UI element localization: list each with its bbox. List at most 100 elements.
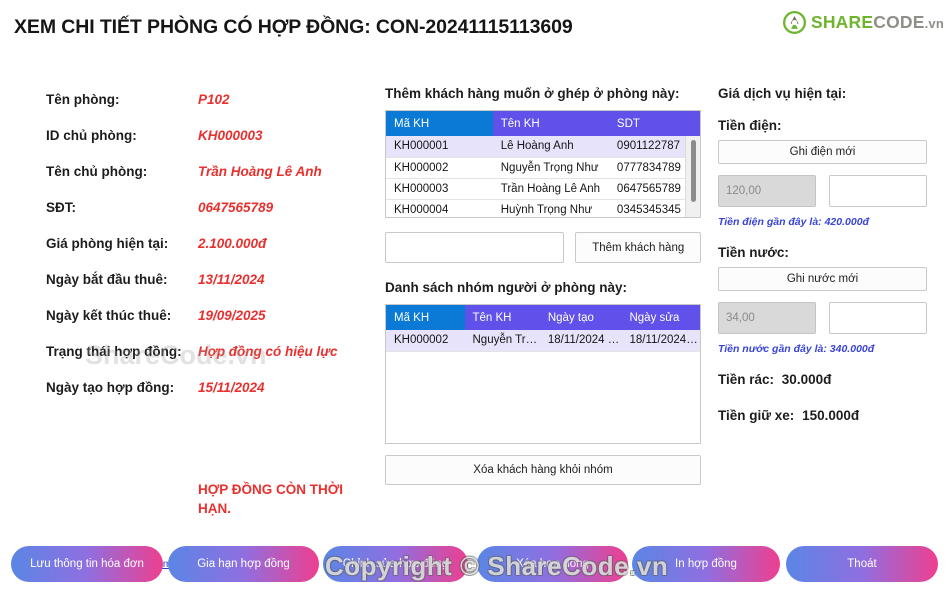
detail-row-start-date: Ngày bắt đầu thuê: 13/11/2024 <box>46 272 376 308</box>
column-header-ma-kh[interactable]: Mã KH <box>386 111 493 136</box>
trash-fee-row: Tiền rác: 30.000đ <box>718 372 942 387</box>
detail-label: Trạng thái hợp đồng: <box>46 344 182 359</box>
customers-panel: Thêm khách hàng muốn ở ghép ở phòng này:… <box>385 86 701 485</box>
detail-row-status: Trạng thái hợp đồng: Hợp đồng có hiệu lự… <box>46 344 376 380</box>
table-row[interactable]: KH000001 Lê Hoàng Anh 0901122787 <box>386 136 700 158</box>
column-header-ten-kh[interactable]: Tên KH <box>492 111 609 136</box>
cell-ma-kh: KH000002 <box>386 330 465 352</box>
detail-value-owner-id: KH000003 <box>198 128 263 143</box>
available-customers-grid[interactable]: Mã KH Tên KH SDT KH000001 Lê Hoàng Anh 0… <box>385 110 701 218</box>
group-list-heading: Danh sách nhóm người ở phòng này: <box>385 280 627 295</box>
detail-row-price: Giá phòng hiện tại: 2.100.000đ <box>46 236 376 272</box>
detail-label: Ngày bắt đầu thuê: <box>46 272 168 287</box>
electricity-fields <box>718 175 942 207</box>
add-customer-button[interactable]: Thêm khách hàng <box>575 232 701 263</box>
water-label: Tiền nước: <box>718 245 789 260</box>
renew-contract-button[interactable]: Gia hạn hợp đồng <box>168 546 319 582</box>
detail-value-start-date: 13/11/2024 <box>198 272 265 287</box>
electricity-old-reading-input <box>718 175 816 207</box>
add-customer-heading: Thêm khách hàng muốn ở ghép ở phòng này: <box>385 86 680 101</box>
water-recent-note: Tiền nước gần đây là: 340.000đ <box>718 343 875 355</box>
grid-vertical-scrollbar[interactable] <box>685 136 700 217</box>
delete-contract-button[interactable]: Xóa hợp đồng <box>477 546 628 582</box>
exit-button[interactable]: Thoát <box>786 546 938 582</box>
contract-details-panel: Tên phòng: P102 ID chủ phòng: KH000003 T… <box>46 92 376 570</box>
detail-value-end-date: 19/09/2025 <box>198 308 266 323</box>
services-panel: Giá dịch vụ hiện tại: Tiền điện: Ghi điệ… <box>718 86 942 444</box>
recycle-circle-icon <box>782 11 806 34</box>
electricity-recent-note: Tiền điện gần đây là: 420.000đ <box>718 216 869 228</box>
detail-row-owner-id: ID chủ phòng: KH000003 <box>46 128 376 164</box>
cell-ten-kh: Lê Hoàng Anh <box>492 136 609 158</box>
cell-ma-kh: KH000002 <box>386 157 493 179</box>
table-row[interactable]: KH000004 Huỳnh Trọng Như 0345345345 <box>386 199 700 217</box>
column-header-ngay-tao[interactable]: Ngày tạo <box>539 305 622 330</box>
parking-fee-row: Tiền giữ xe: 150.000đ <box>718 408 942 423</box>
detail-value-owner-name: Trần Hoàng Lê Anh <box>198 164 322 179</box>
cell-ten-kh: Trần Hoàng Lê Anh <box>492 178 609 200</box>
room-group-grid[interactable]: Mã KH Tên KH Ngày tạo Ngày sửa KH000002 … <box>385 304 701 444</box>
detail-row-room-name: Tên phòng: P102 <box>46 92 376 128</box>
print-contract-button[interactable]: In hợp đồng <box>632 546 780 582</box>
water-new-reading-input[interactable] <box>829 302 927 334</box>
detail-value-created-date: 15/11/2024 <box>198 380 265 395</box>
detail-row-end-date: Ngày kết thúc thuê: 19/09/2025 <box>46 308 376 344</box>
detail-label: ID chủ phòng: <box>46 128 137 143</box>
detail-label: Giá phòng hiện tại: <box>46 236 169 251</box>
services-heading: Giá dịch vụ hiện tại: <box>718 86 847 101</box>
water-fields <box>718 302 942 334</box>
detail-label: Ngày tạo hợp đồng: <box>46 380 175 395</box>
detail-row-owner-name: Tên chủ phòng: Trần Hoàng Lê Anh <box>46 164 376 200</box>
parking-fee-value: 150.000đ <box>802 408 860 423</box>
detail-row-phone: SĐT: 0647565789 <box>46 200 376 236</box>
column-header-sdt[interactable]: SDT <box>608 111 700 136</box>
scrollbar-thumb[interactable] <box>691 140 696 202</box>
logo-text: SHARECODE.vn <box>810 11 944 32</box>
table-row[interactable]: KH000002 Nguyễn Trọng Như 0777834789 <box>386 157 700 179</box>
available-customers-table: Mã KH Tên KH SDT KH000001 Lê Hoàng Anh 0… <box>386 111 700 217</box>
parking-fee-label: Tiền giữ xe: <box>718 408 795 423</box>
logo-text-vn: .vn <box>924 15 944 31</box>
detail-label: SĐT: <box>46 200 76 215</box>
save-invoice-button[interactable]: Lưu thông tin hóa đơn <box>11 546 163 582</box>
column-header-ngay-sua[interactable]: Ngày sửa <box>621 305 700 330</box>
record-electricity-button[interactable]: Ghi điện mới <box>718 140 927 164</box>
sharecode-logo: SHARECODE.vn <box>782 11 944 34</box>
cell-ten-kh: Nguyễn Trọng Như <box>492 157 609 179</box>
table-header-row: Mã KH Tên KH Ngày tạo Ngày sửa <box>386 305 700 330</box>
add-customer-input[interactable] <box>385 232 565 263</box>
remove-customer-from-group-button[interactable]: Xóa khách hàng khỏi nhóm <box>385 455 701 485</box>
detail-label: Tên phòng: <box>46 92 120 107</box>
contract-expiry-note: HỢP ĐỒNG CÒN THỜI HẠN. <box>198 482 344 516</box>
logo-text-code: CODE <box>873 11 925 32</box>
cell-ma-kh: KH000001 <box>386 136 493 158</box>
page-header: XEM CHI TIẾT PHÒNG CÓ HỢP ĐỒNG: CON-2024… <box>0 0 950 60</box>
add-customer-controls: Thêm khách hàng <box>385 232 701 263</box>
detail-label: Tên chủ phòng: <box>46 164 148 179</box>
table-row[interactable]: KH000002 Nguyễn Trọng ... 18/11/2024 06:… <box>386 330 700 352</box>
logo-text-share: SHARE <box>810 11 874 32</box>
action-button-bar: Lưu thông tin hóa đơn Gia hạn hợp đồng C… <box>0 534 950 594</box>
table-row[interactable]: KH000003 Trần Hoàng Lê Anh 0647565789 <box>386 178 700 200</box>
detail-value-room-name: P102 <box>198 92 230 107</box>
column-header-ten-kh[interactable]: Tên KH <box>464 305 540 330</box>
detail-value-status: Hợp đồng có hiệu lực <box>198 344 338 359</box>
record-water-button[interactable]: Ghi nước mới <box>718 267 927 291</box>
cell-ngay-tao: 18/11/2024 06:... <box>539 330 622 352</box>
cell-ten-kh: Huỳnh Trọng Như <box>492 199 609 217</box>
cell-ngay-sua: 18/11/2024 06:... <box>621 330 700 352</box>
detail-row-created-date: Ngày tạo hợp đồng: 15/11/2024 <box>46 380 376 416</box>
column-header-ma-kh[interactable]: Mã KH <box>386 305 465 330</box>
table-header-row: Mã KH Tên KH SDT <box>386 111 700 136</box>
cell-ma-kh: KH000004 <box>386 199 493 217</box>
cell-ma-kh: KH000003 <box>386 178 493 200</box>
water-old-reading-input <box>718 302 816 334</box>
electricity-label: Tiền điện: <box>718 118 782 133</box>
trash-fee-value: 30.000đ <box>781 372 832 387</box>
room-group-table: Mã KH Tên KH Ngày tạo Ngày sửa KH000002 … <box>386 305 700 352</box>
detail-label: Ngày kết thúc thuê: <box>46 308 172 323</box>
page-title: XEM CHI TIẾT PHÒNG CÓ HỢP ĐỒNG: CON-2024… <box>14 16 573 38</box>
electricity-new-reading-input[interactable] <box>829 175 927 207</box>
detail-value-phone: 0647565789 <box>198 200 274 215</box>
edit-contract-button[interactable]: Chỉnh sửa hợp đồng <box>323 546 468 582</box>
